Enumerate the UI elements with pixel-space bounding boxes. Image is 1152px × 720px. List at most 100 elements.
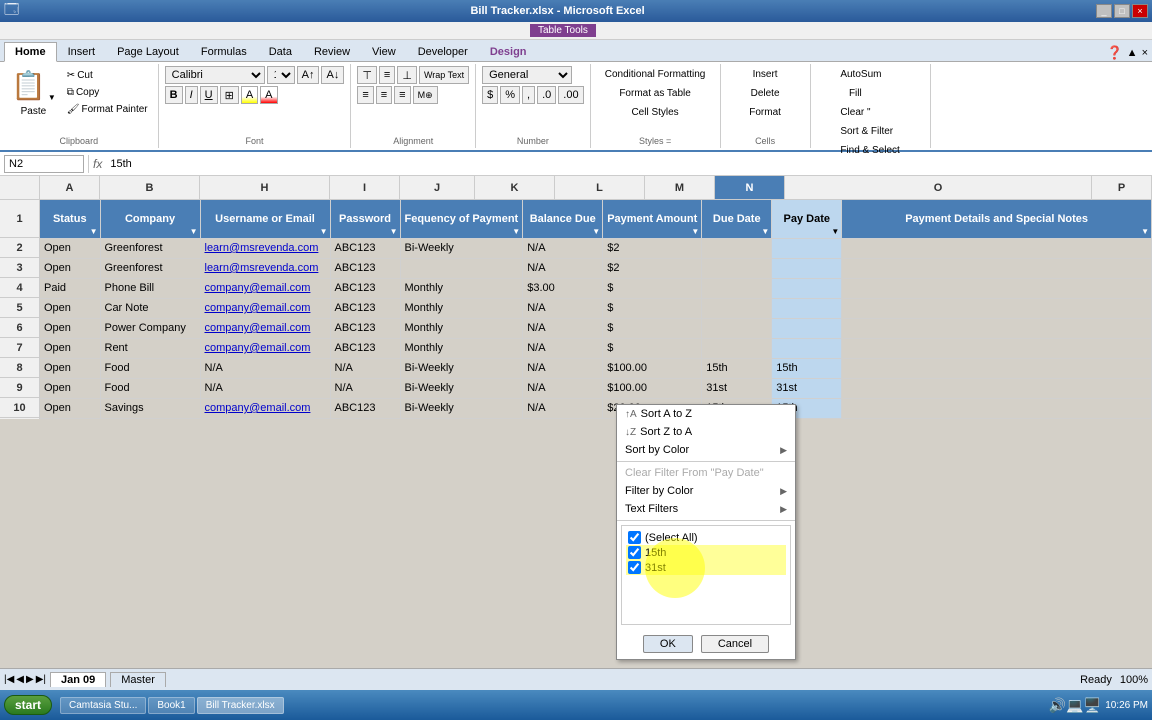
row-header-6[interactable]: 6 xyxy=(0,318,39,338)
col-header-j[interactable]: J xyxy=(400,176,475,199)
cell-status-8[interactable]: Open xyxy=(40,358,100,378)
cell-company-4[interactable]: Phone Bill xyxy=(100,278,200,298)
cell-password-2[interactable]: ABC123 xyxy=(330,238,400,258)
cell-password-4[interactable]: ABC123 xyxy=(330,278,400,298)
cell-email-10[interactable]: company@email.com xyxy=(200,398,330,418)
cell-amount-7[interactable]: $ xyxy=(603,338,702,358)
row-header-4[interactable]: 4 xyxy=(0,278,39,298)
paste-button[interactable]: 📋 ▼ xyxy=(6,66,61,105)
row-header-5[interactable]: 5 xyxy=(0,298,39,318)
cell-pay-3[interactable] xyxy=(772,258,842,278)
cell-status-3[interactable]: Open xyxy=(40,258,100,278)
cell-company-5[interactable]: Car Note xyxy=(100,298,200,318)
align-middle-button[interactable]: ≡ xyxy=(379,66,395,84)
cell-company-3[interactable]: Greenforest xyxy=(100,258,200,278)
minimize-ribbon-icon[interactable]: ▲ xyxy=(1127,47,1138,59)
merge-center-button[interactable]: M⊕ xyxy=(413,86,438,104)
checkbox-31st-input[interactable] xyxy=(628,561,641,574)
amount-filter-arrow[interactable]: ▼ xyxy=(691,227,699,236)
tab-view[interactable]: View xyxy=(361,41,407,61)
tab-formulas[interactable]: Formulas xyxy=(190,41,258,61)
cell-frequency-8[interactable]: Bi-Weekly xyxy=(400,358,523,378)
cell-company-9[interactable]: Food xyxy=(100,378,200,398)
restore-button[interactable]: □ xyxy=(1114,4,1130,18)
tab-design[interactable]: Design xyxy=(479,41,538,61)
filter-cancel-button[interactable]: Cancel xyxy=(701,635,769,653)
sheet-tab-jan09[interactable]: Jan 09 xyxy=(50,672,106,687)
fill-color-button[interactable]: A xyxy=(241,86,258,104)
company-filter-arrow[interactable]: ▼ xyxy=(190,227,198,236)
close-button[interactable]: × xyxy=(1132,4,1148,18)
tab-home[interactable]: Home xyxy=(4,42,57,62)
font-name-select[interactable]: Calibri xyxy=(165,66,265,84)
col-header-i[interactable]: I xyxy=(330,176,400,199)
cell-password-7[interactable]: ABC123 xyxy=(330,338,400,358)
number-format-select[interactable]: General xyxy=(482,66,572,84)
align-top-button[interactable]: ⊤ xyxy=(357,66,377,84)
row-header-8[interactable]: 8 xyxy=(0,358,39,378)
cell-status-2[interactable]: Open xyxy=(40,238,100,258)
cut-button[interactable]: ✂ Cut xyxy=(63,68,152,83)
help-icon[interactable]: ❓ xyxy=(1106,45,1122,61)
checkbox-select-all[interactable]: (Select All) xyxy=(626,530,786,545)
title-bar-controls[interactable]: _ □ × xyxy=(1096,4,1148,18)
align-bottom-button[interactable]: ⊥ xyxy=(397,66,417,84)
cell-password-5[interactable]: ABC123 xyxy=(330,298,400,318)
cell-amount-9[interactable]: $100.00 xyxy=(603,378,702,398)
cell-pay-4[interactable] xyxy=(772,278,842,298)
cell-frequency-7[interactable]: Monthly xyxy=(400,338,523,358)
conditional-formatting-button[interactable]: Conditional Formatting xyxy=(600,66,711,83)
tab-data[interactable]: Data xyxy=(258,41,303,61)
cell-frequency-10[interactable]: Bi-Weekly xyxy=(400,398,523,418)
autosum-button[interactable]: AutoSum xyxy=(835,66,886,83)
checkbox-15th-input[interactable] xyxy=(628,546,641,559)
cell-due-4[interactable] xyxy=(702,278,772,298)
notes-filter-arrow[interactable]: ▼ xyxy=(1141,227,1149,236)
cell-password-10[interactable]: ABC123 xyxy=(330,398,400,418)
delete-cells-button[interactable]: Delete xyxy=(744,85,786,102)
cell-frequency-2[interactable]: Bi-Weekly xyxy=(400,238,523,258)
insert-cells-button[interactable]: Insert xyxy=(744,66,786,83)
frequency-filter-arrow[interactable]: ▼ xyxy=(512,227,520,236)
col-header-k[interactable]: K xyxy=(475,176,555,199)
cell-pay-5[interactable] xyxy=(772,298,842,318)
status-filter-arrow[interactable]: ▼ xyxy=(90,227,98,236)
row-header-7[interactable]: 7 xyxy=(0,338,39,358)
cell-email-8[interactable]: N/A xyxy=(200,358,330,378)
cell-due-3[interactable] xyxy=(702,258,772,278)
taskbar-item-book1[interactable]: Book1 xyxy=(148,697,194,714)
cell-company-7[interactable]: Rent xyxy=(100,338,200,358)
cell-status-7[interactable]: Open xyxy=(40,338,100,358)
cell-frequency-4[interactable]: Monthly xyxy=(400,278,523,298)
row-header-2[interactable]: 2 xyxy=(0,238,39,258)
cell-company-2[interactable]: Greenforest xyxy=(100,238,200,258)
sheet-tab-master[interactable]: Master xyxy=(110,672,166,687)
row-header-3[interactable]: 3 xyxy=(0,258,39,278)
underline-button[interactable]: U xyxy=(200,86,218,104)
cell-amount-6[interactable]: $ xyxy=(603,318,702,338)
cell-email-7[interactable]: company@email.com xyxy=(200,338,330,358)
due-date-filter-arrow[interactable]: ▼ xyxy=(761,227,769,236)
tab-insert[interactable]: Insert xyxy=(57,41,107,61)
tab-review[interactable]: Review xyxy=(303,41,361,61)
cell-amount-3[interactable]: $2 xyxy=(603,258,702,278)
col-header-m[interactable]: M xyxy=(645,176,715,199)
cell-notes-8[interactable] xyxy=(842,358,1152,378)
cell-due-6[interactable] xyxy=(702,318,772,338)
comma-button[interactable]: , xyxy=(522,86,535,104)
sheet-nav-first[interactable]: |◀ xyxy=(4,674,14,685)
format-cells-button[interactable]: Format xyxy=(744,104,786,121)
cell-company-10[interactable]: Savings xyxy=(100,398,200,418)
col-header-h[interactable]: H xyxy=(200,176,330,199)
formula-input[interactable] xyxy=(106,157,1148,171)
col-header-p[interactable]: P xyxy=(1092,176,1152,199)
cell-balance-6[interactable]: N/A xyxy=(523,318,603,338)
increase-decimal-button[interactable]: .0 xyxy=(537,86,556,104)
email-filter-arrow[interactable]: ▼ xyxy=(320,227,328,236)
clear-button[interactable]: Clear " xyxy=(835,104,875,121)
sheet-nav-prev[interactable]: ◀ xyxy=(16,674,24,685)
cell-notes-9[interactable] xyxy=(842,378,1152,398)
col-header-o[interactable]: O xyxy=(785,176,1092,199)
bold-button[interactable]: B xyxy=(165,86,183,104)
fill-button[interactable]: Fill xyxy=(835,85,875,102)
